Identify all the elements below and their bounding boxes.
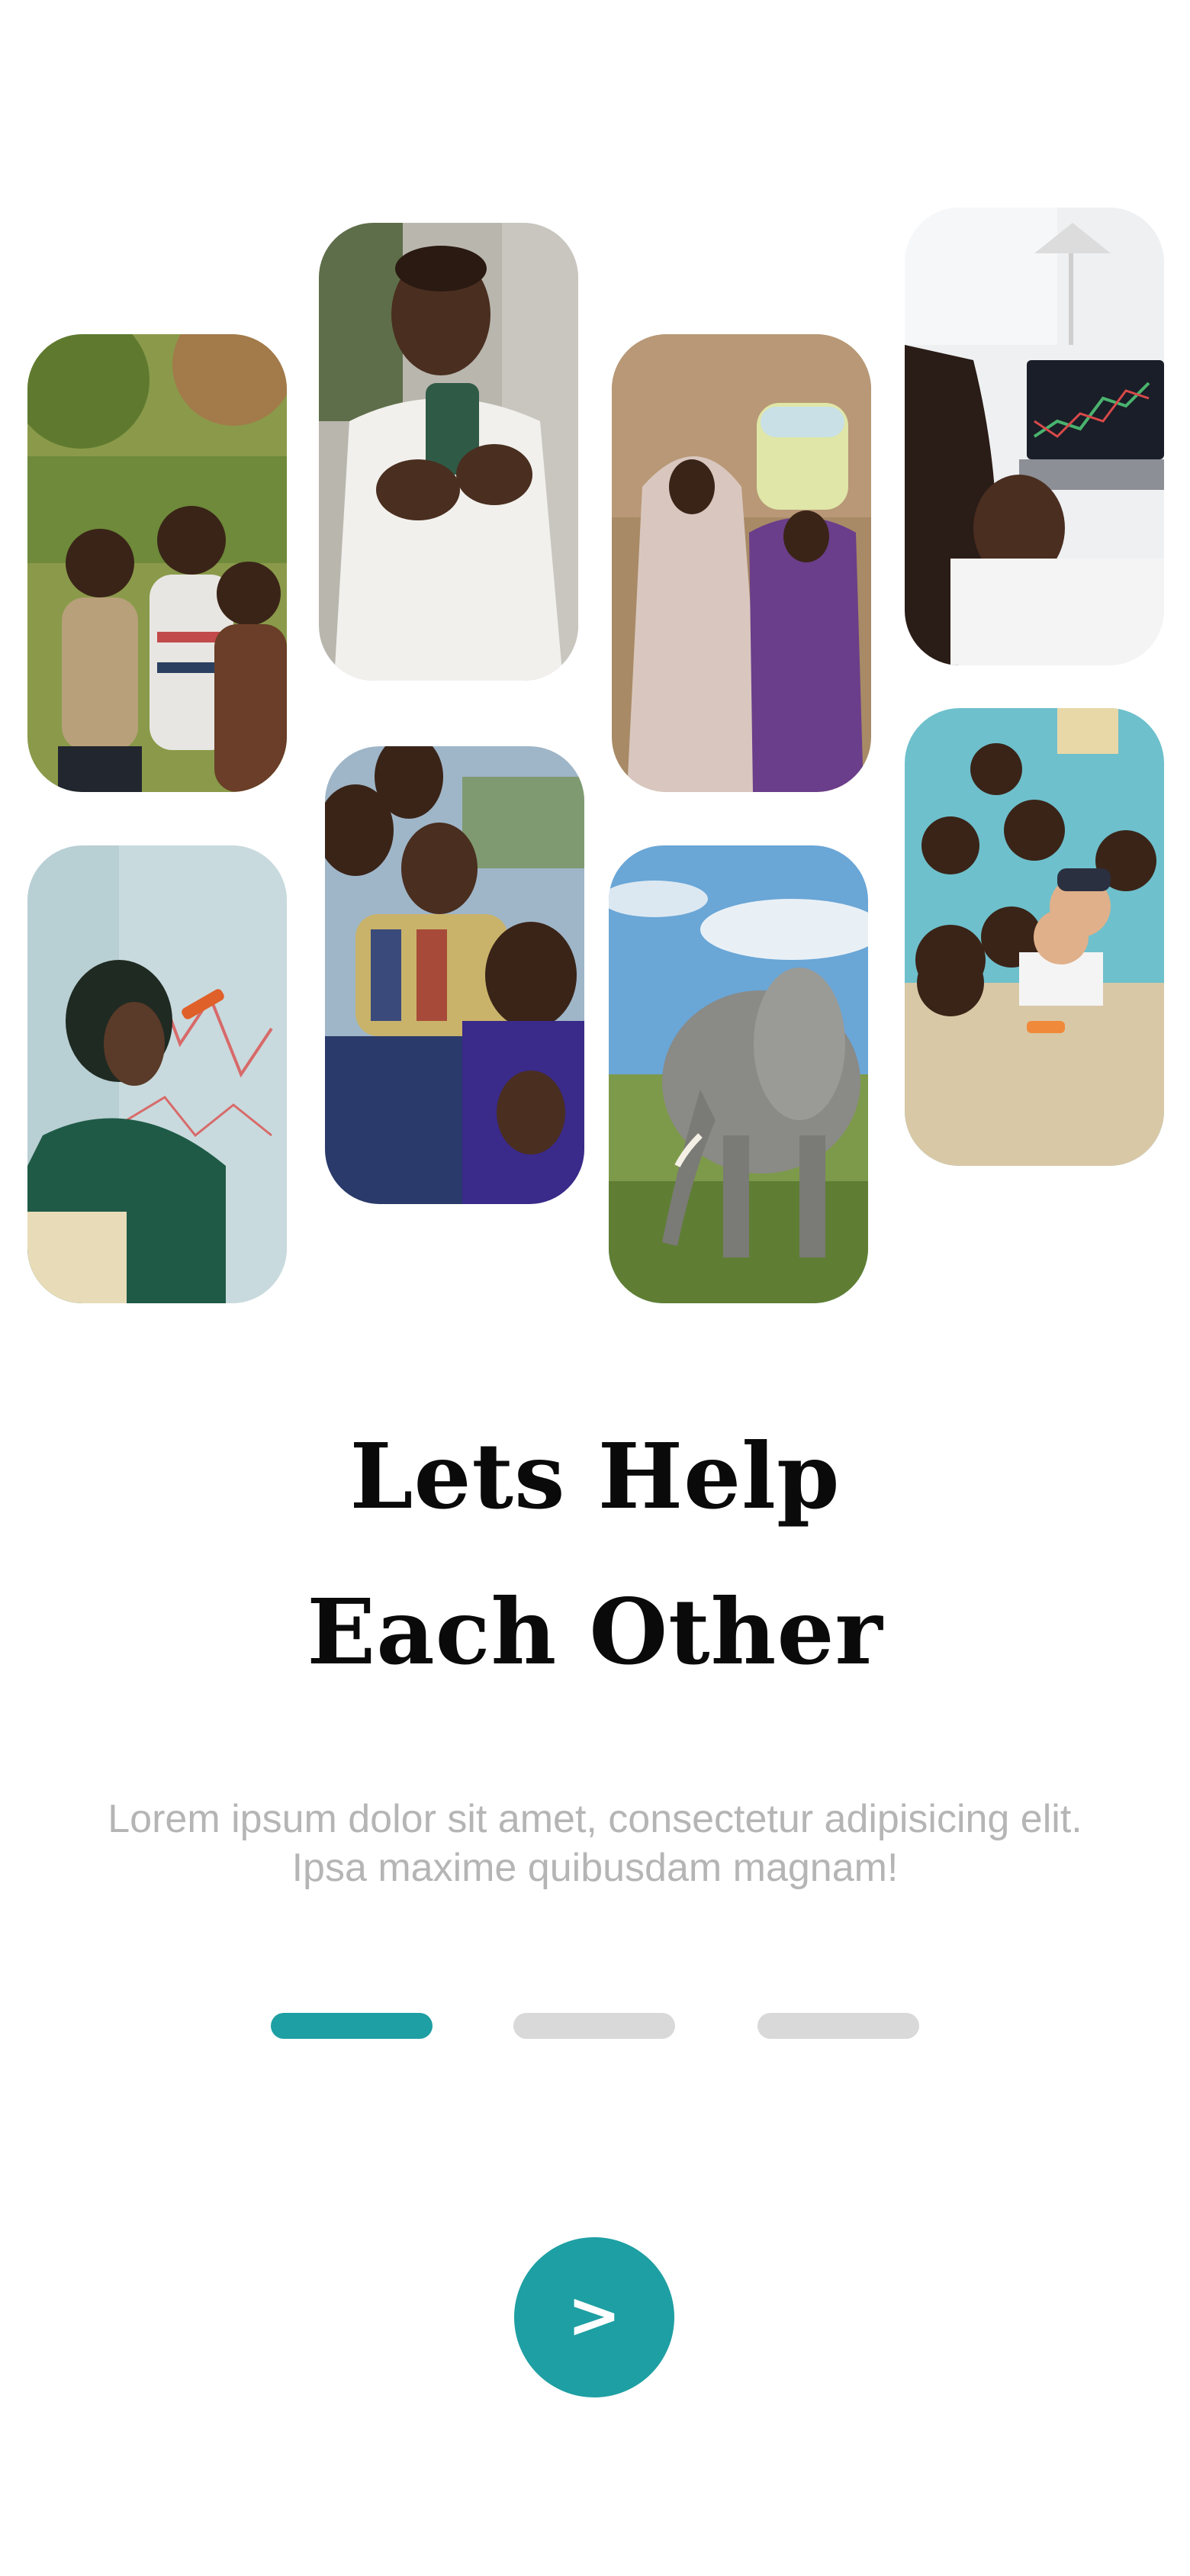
page-title-line-2: Each Other xyxy=(307,1579,883,1685)
page-indicator-dot-1[interactable] xyxy=(271,2013,433,2039)
page-indicator-dot-3[interactable] xyxy=(757,2013,919,2039)
photo-woman-whiteboard xyxy=(27,845,287,1303)
photo-classroom-selfie xyxy=(905,708,1164,1166)
onboarding-description: Lorem ipsum dolor sit amet, consectetur … xyxy=(108,1797,1082,1890)
next-button[interactable]: > xyxy=(514,2237,674,2397)
next-arrow-icon: > xyxy=(567,2278,622,2352)
page-title-line-1: Lets Help xyxy=(349,1423,841,1529)
onboarding-screen: Lets Help Each Other Lorem ipsum dolor s… xyxy=(0,0,1190,2576)
photo-family-group xyxy=(325,746,584,1204)
photo-children-group xyxy=(27,334,287,792)
photo-women-water xyxy=(612,334,871,792)
page-indicator xyxy=(271,2013,919,2039)
photo-elephant xyxy=(609,845,868,1303)
page-indicator-dot-2[interactable] xyxy=(513,2013,675,2039)
photo-woman-phone xyxy=(319,223,578,681)
photo-laptop-trading xyxy=(905,208,1164,665)
